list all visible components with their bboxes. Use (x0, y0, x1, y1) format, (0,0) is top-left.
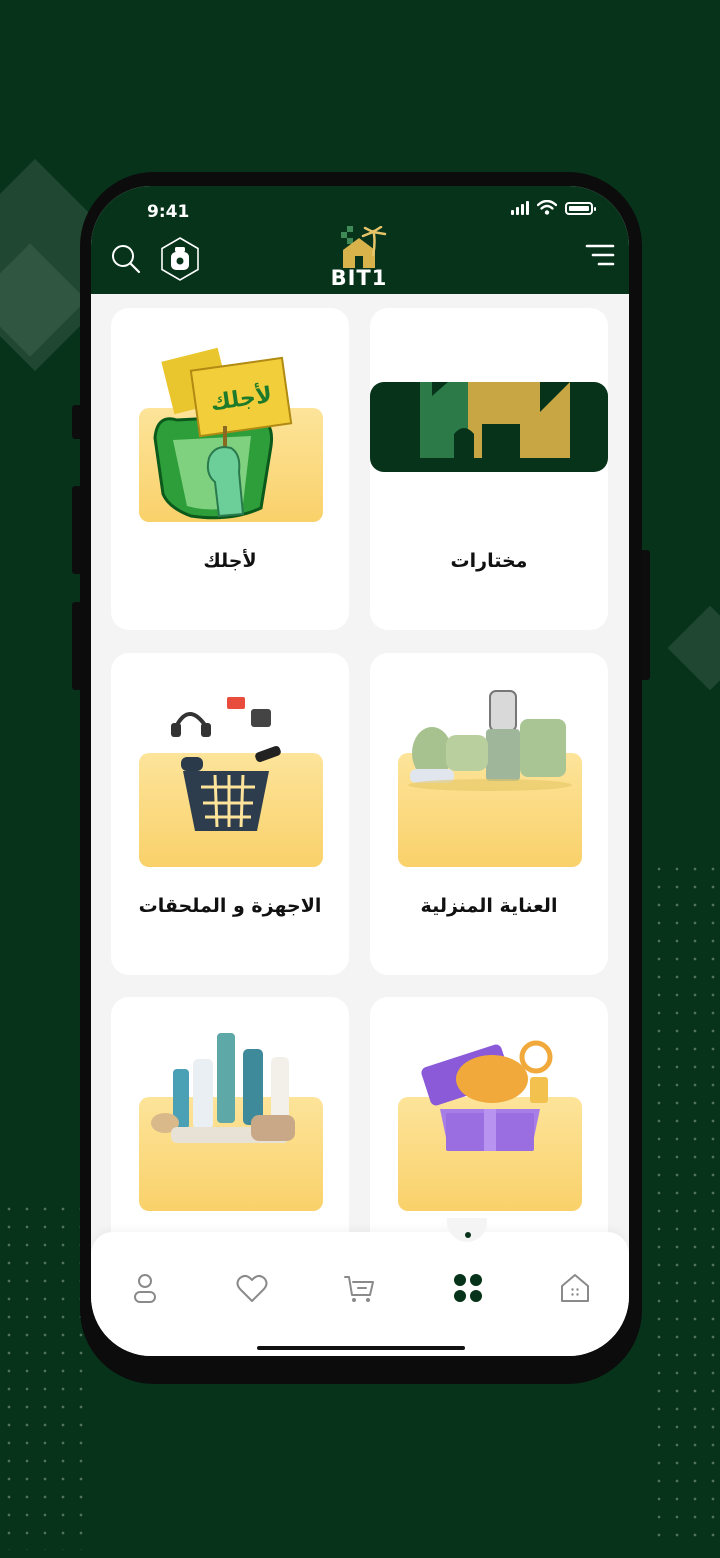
user-icon[interactable] (127, 1270, 163, 1306)
home-icon[interactable] (557, 1270, 593, 1306)
home-indicator[interactable] (257, 1346, 465, 1350)
category-label: لأجلك (203, 550, 257, 572)
hand-sign-lajlek: لأجلك (153, 347, 293, 520)
app-header: 9:41 BIT1 (91, 186, 629, 294)
category-card-selections[interactable]: مختارات (370, 308, 608, 630)
wifi-icon (537, 200, 557, 215)
hexagon-badge-icon[interactable] (157, 236, 203, 282)
menu-icon[interactable] (585, 242, 615, 268)
category-card-devices[interactable]: الاجهزة و الملحقات (111, 653, 349, 975)
category-label: العناية المنزلية (420, 895, 558, 917)
signal-icon (511, 201, 529, 215)
category-card-home-care[interactable]: العناية المنزلية (370, 653, 608, 975)
nav-notch (447, 1218, 487, 1242)
background-diamond (667, 605, 720, 691)
gaming-gift-box (421, 1040, 553, 1151)
battery-icon (565, 202, 596, 215)
logo-house-icon (341, 226, 387, 268)
brand-logo[interactable]: BIT1 (327, 226, 391, 290)
status-icons (511, 200, 596, 215)
bottom-navigation (91, 1218, 629, 1356)
kitchen-appliances (408, 690, 572, 791)
logo-text: BIT1 (330, 266, 388, 290)
status-time: 9:41 (147, 202, 190, 222)
category-label: الاجهزة و الملحقات (138, 895, 322, 917)
app-screen: 9:41 BIT1 مختارات لأجلك لأجلك العناية ال… (91, 186, 629, 1356)
background-dots (650, 860, 720, 1550)
cart-icon[interactable] (341, 1270, 377, 1306)
cosmetics-products (151, 1033, 295, 1143)
house-logo-banner (370, 382, 608, 472)
grid-icon[interactable] (450, 1270, 486, 1306)
category-card-for-you[interactable]: لأجلك لأجلك (111, 308, 349, 630)
background-dots (0, 1200, 90, 1550)
electronics-basket (171, 697, 281, 831)
active-indicator-dot (465, 1232, 471, 1238)
search-icon[interactable] (109, 242, 143, 276)
heart-icon[interactable] (234, 1270, 270, 1306)
category-label: مختارات (450, 550, 528, 572)
